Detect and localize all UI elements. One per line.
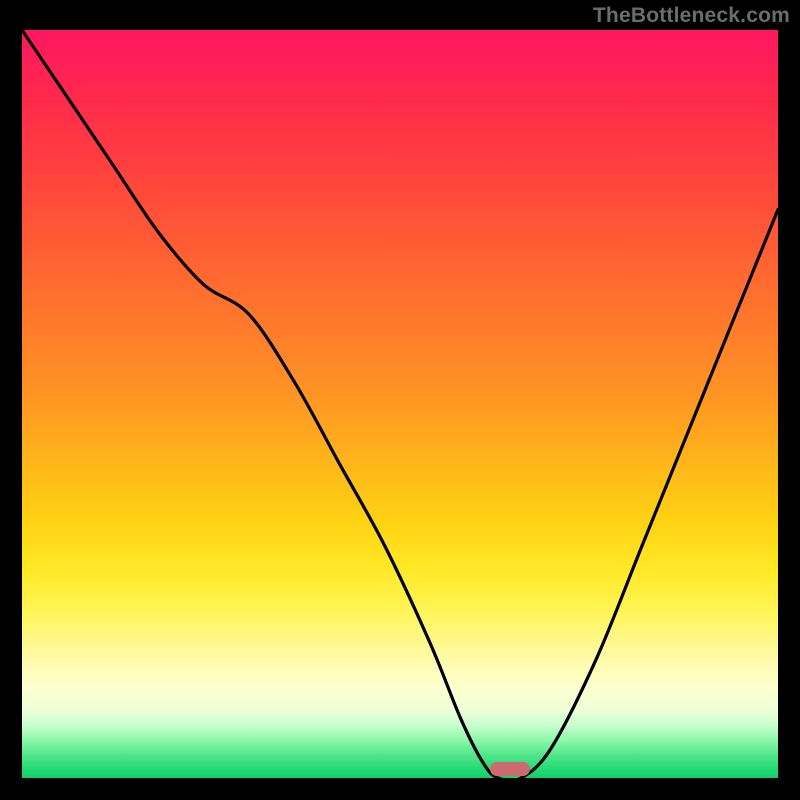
chart-frame: TheBottleneck.com (0, 0, 800, 800)
watermark-text: TheBottleneck.com (593, 4, 790, 28)
bottleneck-curve (22, 30, 778, 778)
plot-area (22, 30, 778, 778)
curve-path (22, 30, 778, 781)
optimal-marker (490, 762, 530, 776)
